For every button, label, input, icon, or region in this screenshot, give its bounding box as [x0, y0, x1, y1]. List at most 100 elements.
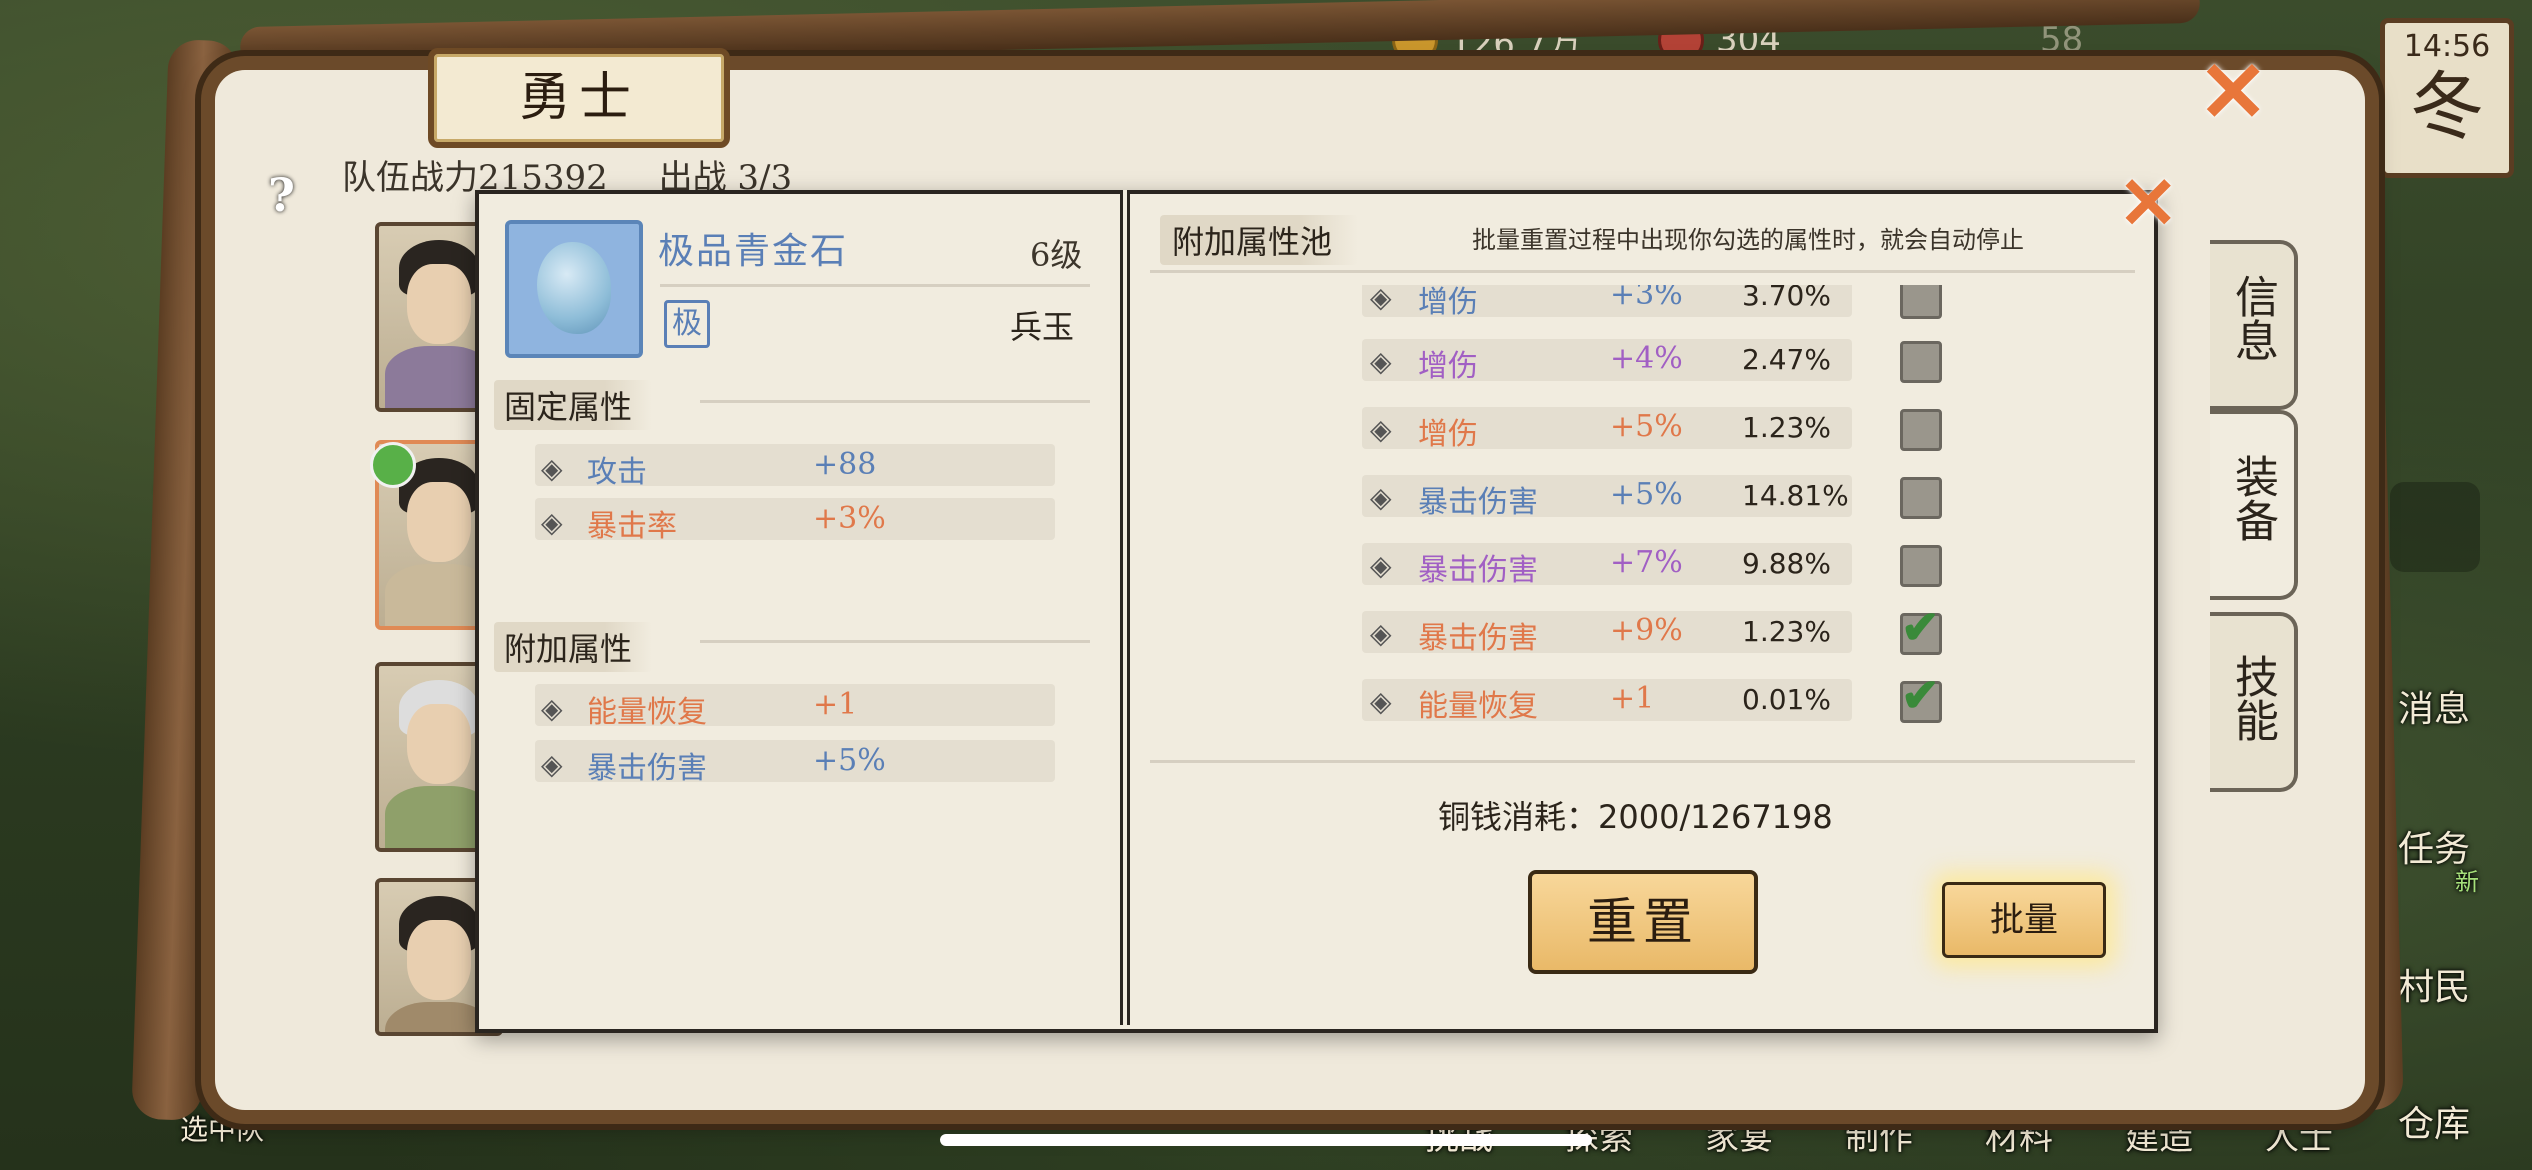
grade-badge: 极: [664, 300, 710, 348]
portrait-face: [407, 264, 471, 344]
fixed-attribute-row: ◈ 攻击 +88: [535, 444, 1055, 490]
bottom-menu-people[interactable]: 人士: [2265, 1110, 2333, 1159]
diamond-icon: ◈: [1370, 685, 1392, 718]
pool-attr-probability: 1.23%: [1742, 615, 1831, 648]
dialog-divider: [1120, 190, 1130, 1025]
pool-attr-probability: 9.88%: [1742, 547, 1831, 580]
divider: [660, 284, 1090, 287]
pool-attr-value: +5%: [1610, 409, 1683, 444]
dialog-close-icon[interactable]: ✕: [2118, 160, 2178, 245]
batch-reset-button[interactable]: 批量: [1942, 882, 2106, 958]
pool-row: ◈ 暴击伤害 +9% 1.23%: [1362, 611, 1852, 656]
bottom-menu-materials[interactable]: 材料: [1985, 1110, 2053, 1159]
lapis-stone-icon: [505, 220, 643, 358]
tab-equipment[interactable]: 装备: [2210, 410, 2298, 600]
tab-info-label: 信息: [2227, 274, 2278, 362]
pool-attr-probability: 2.47%: [1742, 343, 1831, 376]
portrait-face: [407, 920, 471, 1000]
attribute-name: 暴击率: [587, 509, 677, 544]
home-indicator[interactable]: [940, 1134, 1592, 1146]
pool-attr-name: 暴击伤害: [1418, 621, 1538, 656]
extra-attributes-title: 附加属性: [494, 622, 653, 672]
reset-button[interactable]: 重置: [1528, 870, 1758, 974]
attribute-name: 攻击: [587, 455, 647, 490]
team-power-label: 队伍战力: [342, 158, 478, 198]
side-menu-warehouse[interactable]: 仓库: [2398, 1095, 2470, 1147]
active-status-dot: [370, 442, 416, 488]
side-menu-villagers[interactable]: 村民: [2398, 958, 2470, 1010]
pool-attr-probability: 1.23%: [1742, 411, 1831, 444]
pool-attr-name: 增伤: [1418, 349, 1478, 384]
pool-attr-probability: 3.70%: [1742, 285, 1831, 312]
attribute-name: 能量恢复: [587, 695, 707, 730]
pool-row: ◈ 暴击伤害 +7% 9.88%: [1362, 543, 1852, 588]
portrait-face: [407, 704, 471, 784]
pool-row: ◈ 增伤 +4% 2.47%: [1362, 339, 1852, 384]
pool-checkbox[interactable]: [1900, 285, 1942, 319]
diamond-icon: ◈: [541, 452, 563, 485]
pool-attr-name: 暴击伤害: [1418, 485, 1538, 520]
fixed-attribute-row: ◈ 暴击率 +3%: [535, 498, 1055, 544]
side-menu-message[interactable]: 消息: [2398, 680, 2470, 732]
pool-attr-value: +1: [1610, 681, 1655, 716]
tab-skills[interactable]: 技能: [2210, 612, 2298, 792]
diamond-icon: ◈: [541, 506, 563, 539]
tab-info[interactable]: 信息: [2210, 240, 2298, 410]
check-icon: ✔: [1901, 600, 1940, 654]
diamond-icon: ◈: [1370, 345, 1392, 378]
extra-attribute-row: ◈ 能量恢复 +1: [535, 684, 1055, 730]
time-season-widget[interactable]: 14:56 冬: [2380, 18, 2514, 178]
stone-shape: [537, 242, 611, 334]
diamond-icon: ◈: [1370, 285, 1392, 314]
cost-label: 铜钱消耗：: [1438, 798, 1599, 836]
diamond-icon: ◈: [1370, 617, 1392, 650]
pool-attr-value: +7%: [1610, 545, 1683, 580]
pool-attr-probability: 14.81%: [1742, 479, 1849, 512]
attribute-value: +5%: [813, 743, 886, 778]
attribute-value: +3%: [813, 501, 886, 536]
pool-attr-name: 能量恢复: [1418, 689, 1538, 724]
pool-checkbox[interactable]: [1900, 545, 1942, 587]
pool-attr-value: +3%: [1610, 285, 1683, 312]
pool-row: ◈ 能量恢复 +1 0.01%: [1362, 679, 1852, 724]
bottom-menu-craft[interactable]: 制作: [1845, 1110, 1913, 1159]
fixed-attributes-title: 固定属性: [494, 380, 653, 430]
pool-row: ◈ 暴击伤害 +5% 14.81%: [1362, 475, 1852, 520]
flower-icon[interactable]: [2390, 482, 2480, 572]
tab-equipment-label: 装备: [2227, 454, 2278, 542]
pool-checkbox[interactable]: [1900, 341, 1942, 383]
pool-row: ◈ 增伤 +5% 1.23%: [1362, 407, 1852, 452]
divider: [700, 400, 1090, 403]
pool-checkbox[interactable]: [1900, 409, 1942, 451]
pool-checkbox-checked[interactable]: ✔: [1900, 600, 1942, 655]
cost-value: 2000/1267198: [1598, 798, 1833, 836]
pool-attr-probability: 0.01%: [1742, 683, 1831, 716]
copper-cost: 铜钱消耗：2000/1267198: [1438, 792, 1833, 838]
panel-title: 勇士: [518, 68, 639, 128]
bottom-menu-banquet[interactable]: 家宴: [1705, 1110, 1773, 1159]
side-menu-selected-team[interactable]: 选中队: [180, 1108, 264, 1148]
extra-attribute-row: ◈ 暴击伤害 +5%: [535, 740, 1055, 786]
item-name: 极品青金石: [658, 231, 849, 272]
portrait-face: [407, 482, 471, 562]
attribute-pool-title: 附加属性池: [1160, 215, 1359, 265]
panel-close-icon[interactable]: ✕: [2198, 42, 2268, 141]
pool-attr-name: 增伤: [1418, 417, 1478, 452]
pool-checkbox-checked[interactable]: ✔: [1900, 668, 1942, 723]
pool-attr-name: 增伤: [1418, 285, 1478, 320]
pool-attr-name: 暴击伤害: [1418, 553, 1538, 588]
diamond-icon: ◈: [541, 692, 563, 725]
diamond-icon: ◈: [1370, 481, 1392, 514]
diamond-icon: ◈: [1370, 549, 1392, 582]
new-badge: 新: [2455, 868, 2479, 896]
tab-skills-label: 技能: [2227, 654, 2278, 742]
attribute-pool-list[interactable]: ◈ 增伤 +3% 3.70% ◈ 增伤 +4% 2.47% ◈ 增伤 +5% 1…: [1135, 285, 2135, 740]
item-type: 兵玉: [1010, 308, 1075, 346]
pool-checkbox[interactable]: [1900, 477, 1942, 519]
help-icon[interactable]: ?: [268, 168, 312, 222]
item-level: 6级: [1030, 236, 1083, 274]
pool-attr-value: +9%: [1610, 613, 1683, 648]
divider: [1150, 270, 2135, 273]
bottom-menu-build[interactable]: 建造: [2125, 1110, 2193, 1159]
diamond-icon: ◈: [541, 748, 563, 781]
